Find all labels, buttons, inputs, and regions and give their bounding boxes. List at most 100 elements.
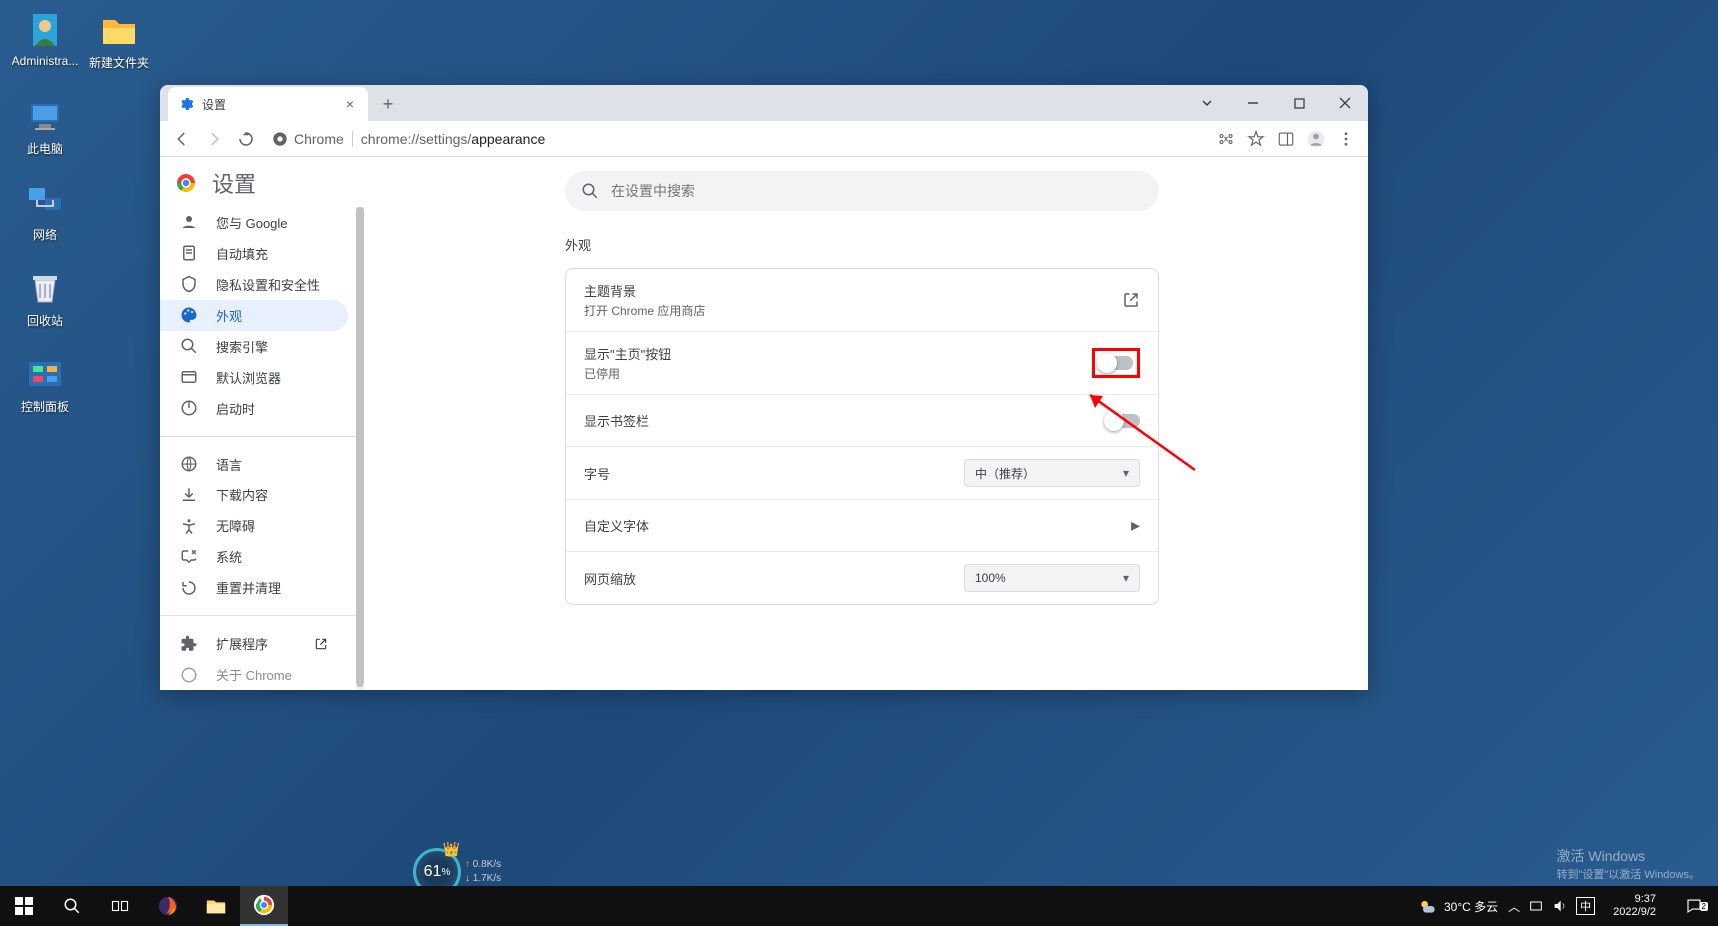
sidebar-item-reset[interactable]: 重置并清理 <box>160 572 348 603</box>
sidebar-item-you-and-google[interactable]: 您与 Google <box>160 207 348 238</box>
accessibility-icon <box>180 517 198 535</box>
sidebar-item-about[interactable]: 关于 Chrome <box>160 659 348 690</box>
desktop-icon-recycle-bin[interactable]: 回收站 <box>8 268 82 329</box>
row-title: 主题背景 <box>584 281 1122 300</box>
new-tab-button[interactable]: + <box>374 90 402 118</box>
window-minimize-button[interactable] <box>1230 85 1276 121</box>
url-page: appearance <box>471 131 545 147</box>
row-subtitle: 打开 Chrome 应用商店 <box>584 302 1122 319</box>
bookmark-button[interactable] <box>1242 125 1270 153</box>
network-icon <box>25 182 65 222</box>
tab-settings[interactable]: 设置 × <box>168 87 368 121</box>
system-icon <box>180 548 198 566</box>
network-tray-icon[interactable] <box>1528 898 1544 914</box>
row-title: 显示书签栏 <box>584 411 1106 430</box>
chrome-icon <box>272 131 288 147</box>
external-link-icon <box>1122 291 1140 309</box>
side-panel-button[interactable] <box>1272 125 1300 153</box>
reload-button[interactable] <box>232 125 260 153</box>
search-button[interactable] <box>48 886 96 926</box>
taskbar-clock[interactable]: 9:37 2022/9/2 <box>1605 893 1664 919</box>
chevron-right-icon: ▸ <box>1131 515 1140 536</box>
ime-indicator[interactable]: 中 <box>1576 897 1595 915</box>
weather-widget[interactable]: 30°C 多云 <box>1418 896 1498 916</box>
control-panel-icon <box>25 354 65 394</box>
back-button[interactable] <box>168 125 196 153</box>
row-bookmarks-bar: 显示书签栏 <box>566 395 1158 447</box>
person-icon <box>180 213 198 231</box>
privacy-icon <box>180 275 198 293</box>
settings-title: 设置 <box>212 167 256 199</box>
chrome-logo-icon <box>174 171 198 195</box>
desktop-icon-network[interactable]: 网络 <box>8 182 82 243</box>
desktop-icon-label: Administra... <box>12 54 79 68</box>
desktop-icon-label: 控制面板 <box>21 398 69 415</box>
about-icon <box>180 666 198 684</box>
home-button-toggle[interactable] <box>1099 356 1133 370</box>
sidebar-item-languages[interactable]: 语言 <box>160 449 348 480</box>
new-folder-icon <box>99 10 139 50</box>
window-maximize-button[interactable] <box>1276 85 1322 121</box>
window-close-button[interactable] <box>1322 85 1368 121</box>
external-link-icon <box>314 637 328 651</box>
taskbar-firefox[interactable] <box>144 886 192 926</box>
font-size-dropdown[interactable]: 中（推荐）▾ <box>964 459 1140 487</box>
recycle-bin-icon <box>25 268 65 308</box>
profile-button[interactable] <box>1302 125 1330 153</box>
tab-title: 设置 <box>202 96 226 113</box>
sidebar-item-search-engine[interactable]: 搜索引擎 <box>160 331 348 362</box>
taskbar-chrome[interactable] <box>240 886 288 926</box>
volume-tray-icon[interactable] <box>1552 898 1568 914</box>
row-theme[interactable]: 主题背景 打开 Chrome 应用商店 <box>566 269 1158 332</box>
gear-icon <box>178 96 194 112</box>
desktop-icon-control-panel[interactable]: 控制面板 <box>8 354 82 415</box>
row-font-size: 字号 中（推荐）▾ <box>566 447 1158 500</box>
bookmarks-toggle[interactable] <box>1106 414 1140 428</box>
desktop-icon-this-pc[interactable]: 此电脑 <box>8 96 82 157</box>
sidebar-item-default-browser[interactable]: 默认浏览器 <box>160 362 348 393</box>
sidebar-item-downloads[interactable]: 下载内容 <box>160 479 348 510</box>
sidebar-item-system[interactable]: 系统 <box>160 541 348 572</box>
forward-button[interactable] <box>200 125 228 153</box>
tray-overflow-icon[interactable]: ︿ <box>1508 898 1520 915</box>
task-view-button[interactable] <box>96 886 144 926</box>
tab-close-button[interactable]: × <box>342 96 358 112</box>
sidebar-item-appearance[interactable]: 外观 <box>160 300 348 331</box>
row-subtitle: 已停用 <box>584 365 1092 382</box>
section-title: 外观 <box>565 235 1159 254</box>
system-tray[interactable]: ︿ 中 <box>1508 897 1595 915</box>
language-icon <box>180 455 198 473</box>
browser-toolbar: Chrome chrome://settings/appearance <box>160 121 1368 157</box>
row-custom-font[interactable]: 自定义字体 ▸ <box>566 500 1158 552</box>
startup-icon <box>180 399 198 417</box>
row-title: 字号 <box>584 464 964 483</box>
sidebar-item-privacy[interactable]: 隐私设置和安全性 <box>160 269 348 300</box>
address-bar[interactable]: Chrome chrome://settings/appearance <box>272 125 1200 153</box>
taskbar-file-explorer[interactable] <box>192 886 240 926</box>
extensions-icon <box>180 635 198 653</box>
row-title: 自定义字体 <box>584 516 1131 535</box>
sidebar-item-startup[interactable]: 启动时 <box>160 393 348 424</box>
settings-search[interactable] <box>565 171 1159 211</box>
search-icon <box>581 182 599 200</box>
notification-button[interactable]: 2 <box>1674 897 1714 915</box>
desktop-icon-new-folder[interactable]: 新建文件夹 <box>82 10 156 71</box>
reset-icon <box>180 579 198 597</box>
sidebar-scrollbar[interactable] <box>356 207 364 690</box>
taskbar: 30°C 多云 ︿ 中 9:37 2022/9/2 2 <box>0 886 1718 926</box>
this-pc-icon <box>25 96 65 136</box>
addr-label: Chrome <box>294 131 344 147</box>
desktop-icon-administrator[interactable]: Administra... <box>8 10 82 68</box>
menu-button[interactable] <box>1332 125 1360 153</box>
share-button[interactable] <box>1212 125 1240 153</box>
start-button[interactable] <box>0 886 48 926</box>
desktop-icon-label: 此电脑 <box>27 140 63 157</box>
default-browser-icon <box>180 368 198 386</box>
sidebar-item-accessibility[interactable]: 无障碍 <box>160 510 348 541</box>
page-zoom-dropdown[interactable]: 100%▾ <box>964 564 1140 592</box>
sidebar-item-extensions[interactable]: 扩展程序 <box>160 628 348 659</box>
settings-search-input[interactable] <box>611 183 1143 199</box>
annotation-highlight <box>1092 348 1140 378</box>
window-dropdown-button[interactable] <box>1184 85 1230 121</box>
sidebar-item-autofill[interactable]: 自动填充 <box>160 238 348 269</box>
